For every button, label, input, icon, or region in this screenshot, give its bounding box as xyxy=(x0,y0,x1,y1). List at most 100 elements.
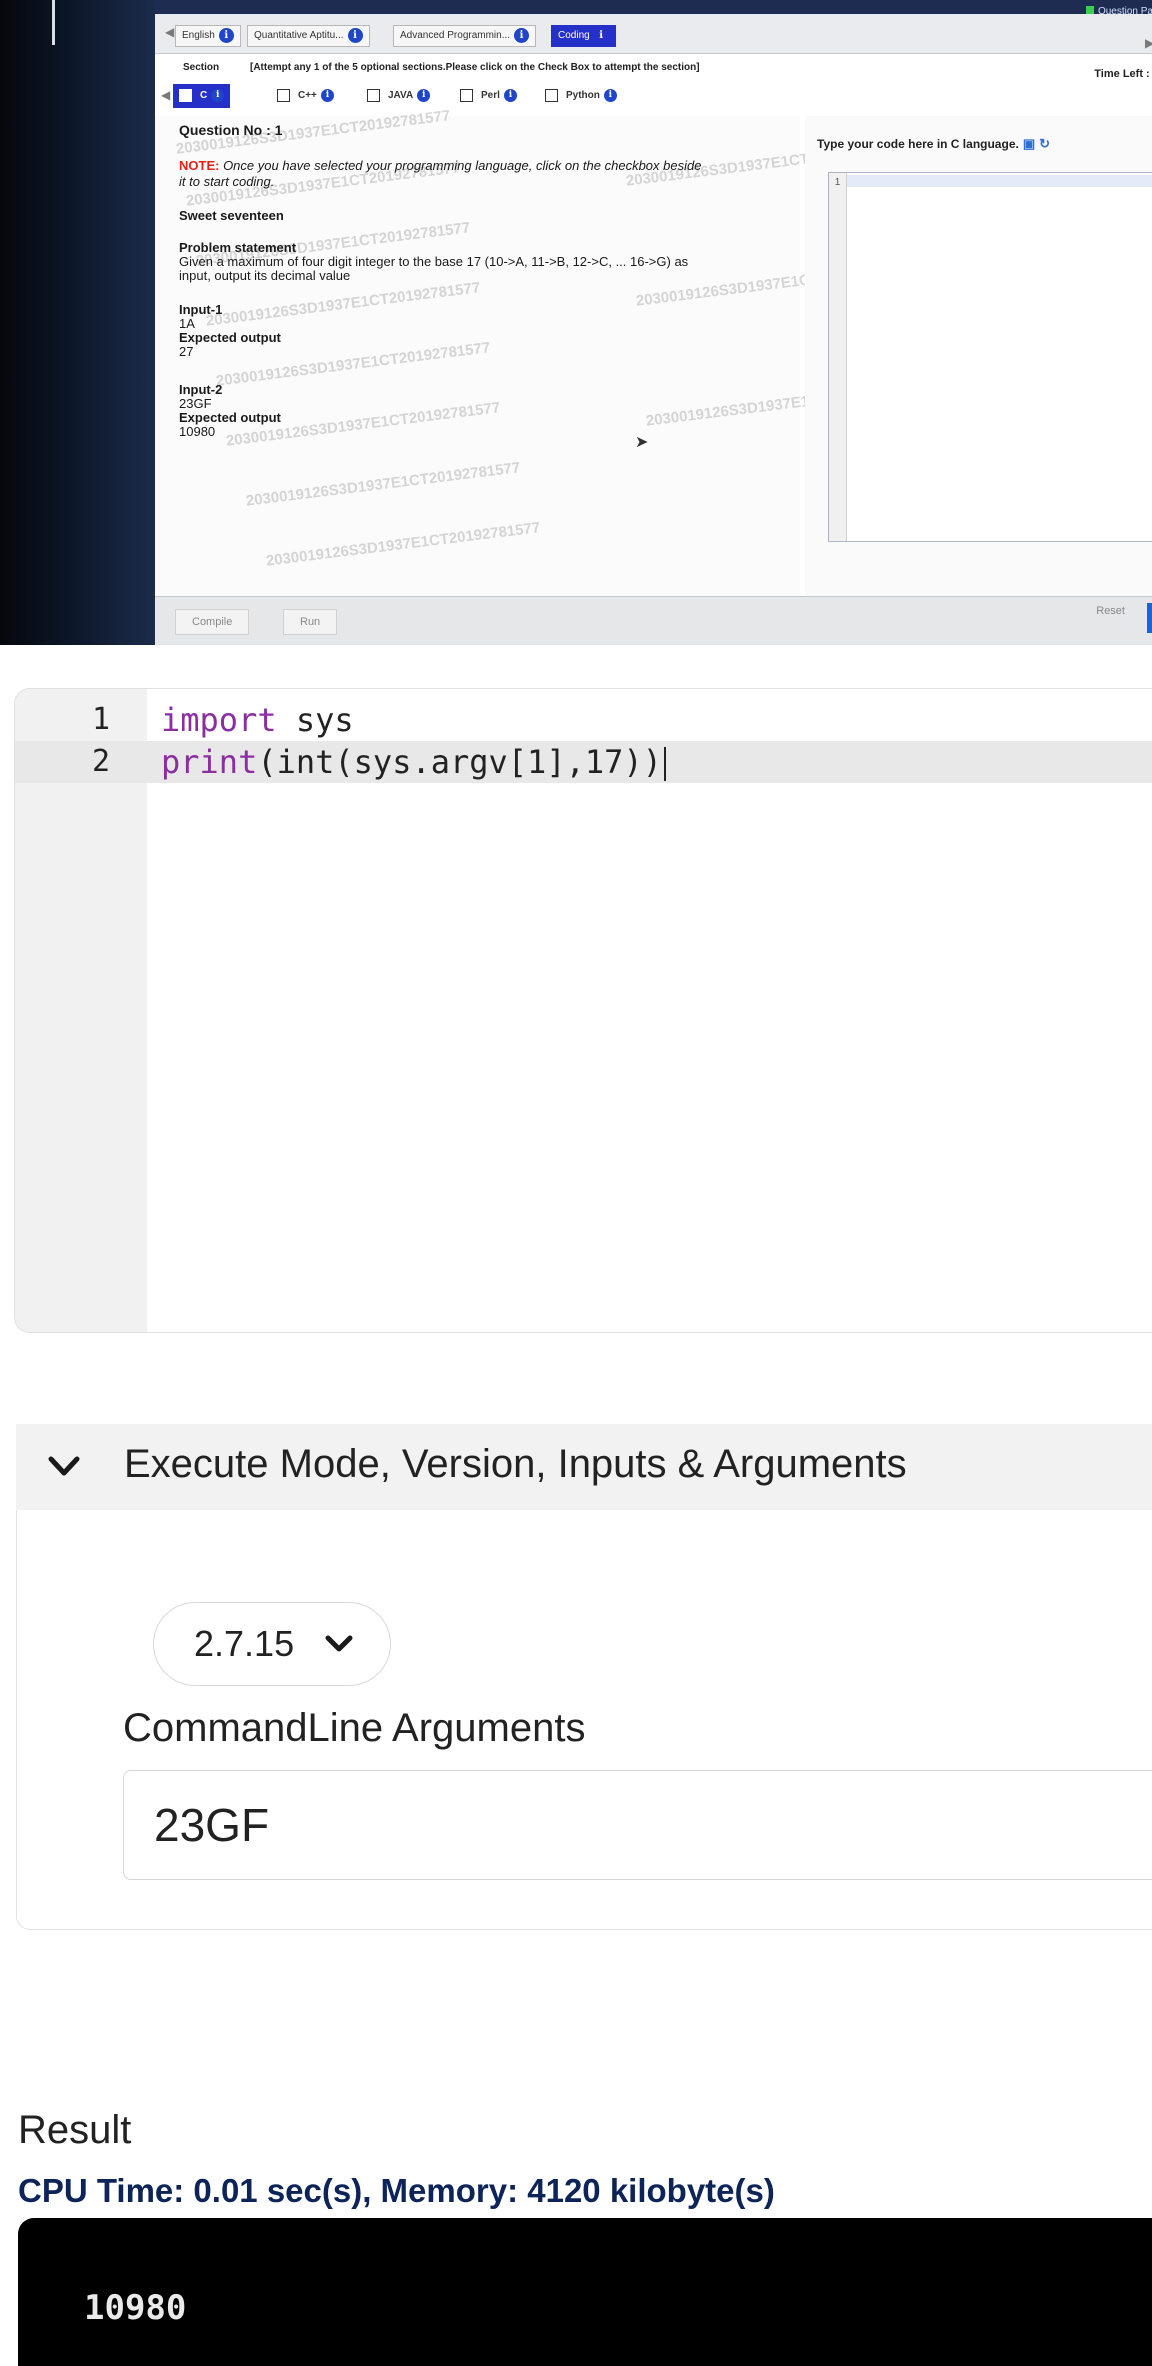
info-icon[interactable]: i xyxy=(514,27,530,43)
section-tabs: ◀ ▶ English i Quantitative Aptitu... i Adv… xyxy=(155,14,1152,54)
section-tab-label: Advanced Programmin... xyxy=(400,30,511,41)
expected2-label: Expected output xyxy=(179,410,281,425)
watermark: 2030019126S3D1937E1CT20192781577 xyxy=(244,459,522,510)
language-option-perl[interactable]: Perl i xyxy=(460,84,517,108)
checkbox[interactable] xyxy=(179,88,192,102)
info-icon[interactable]: i xyxy=(594,28,609,43)
execute-options-title: Execute Mode, Version, Inputs & Argument… xyxy=(124,1442,907,1486)
next-section-arrow-icon[interactable]: ▶ xyxy=(1145,36,1152,50)
code-line[interactable]: 1 import sys xyxy=(15,699,1152,741)
execute-options-header[interactable]: Execute Mode, Version, Inputs & Argument… xyxy=(16,1424,1152,1510)
section-tab-advanced-programming[interactable]: Advanced Programmin... i xyxy=(393,25,537,47)
code-rest: (int(sys.argv[1],17)) xyxy=(257,743,662,781)
info-icon[interactable]: i xyxy=(417,88,431,102)
language-option-cpp[interactable]: C++ i xyxy=(277,84,334,108)
top-strip: Question Pa xyxy=(155,0,1152,17)
language-option-python[interactable]: Python i xyxy=(545,84,617,108)
compile-button[interactable]: Compile xyxy=(175,609,250,635)
code-editor-small[interactable]: 1 xyxy=(828,172,1152,542)
code-line-text: print(int(sys.argv[1],17)) xyxy=(161,741,666,783)
reset-button[interactable]: Reset xyxy=(1096,605,1125,617)
code-keyword: print xyxy=(161,743,258,781)
language-label: C xyxy=(200,90,208,101)
run-button[interactable]: Run xyxy=(283,609,338,635)
execute-options-panel: Execute Mode, Version, Inputs & Argument… xyxy=(16,1424,1152,1930)
line-number: 1 xyxy=(91,702,110,737)
watermark: 2030019126S3D1937E1CT20192781577 xyxy=(214,339,492,390)
result-stats: CPU Time: 0.01 sec(s), Memory: 4120 kilo… xyxy=(18,2172,775,2209)
line-gutter: 1 xyxy=(829,173,847,541)
line-number: 2 xyxy=(91,744,110,779)
prev-section-arrow-icon[interactable]: ◀ xyxy=(165,25,174,39)
info-icon[interactable]: i xyxy=(320,88,334,102)
watermark: 2030019126S3D1937E1CT20192781577 xyxy=(204,279,482,330)
language-option-java[interactable]: JAVA i xyxy=(367,84,431,108)
section-instruction: [Attempt any 1 of the 5 optional section… xyxy=(250,62,700,73)
time-left: Time Left : 34 xyxy=(1094,68,1152,80)
section-tab-label: English xyxy=(182,30,215,41)
section-label: Section xyxy=(183,62,220,73)
note-prefix: NOTE: xyxy=(179,158,220,173)
copy-icon[interactable]: ▣ xyxy=(1023,136,1035,151)
info-icon[interactable]: i xyxy=(218,27,234,43)
refresh-icon[interactable]: ↻ xyxy=(1039,136,1050,151)
result-output: 10980 xyxy=(18,2218,1152,2366)
section-tab-coding[interactable]: Coding i xyxy=(551,25,616,47)
prev-language-arrow-icon[interactable]: ◀ xyxy=(161,88,170,102)
question-number: Question No : 1 xyxy=(179,122,283,138)
problem-text-line2: input, output its decimal value xyxy=(179,268,351,283)
question-note: NOTE: Once you have selected your progra… xyxy=(179,158,701,173)
code-editor[interactable]: 1 import sys 2 print(int(sys.argv[1],17)… xyxy=(14,688,1152,1333)
checkbox[interactable] xyxy=(277,88,290,102)
input2-value: 23GF xyxy=(179,396,212,411)
chevron-down-icon xyxy=(325,1635,353,1652)
language-option-c[interactable]: Ci xyxy=(173,84,231,108)
exam-screen-photo: Question Pa ◀ ▶ English i Quantitative Ap… xyxy=(0,0,1152,645)
checkbox[interactable] xyxy=(545,88,558,102)
input2-label: Input-2 xyxy=(179,382,223,397)
info-icon[interactable]: i xyxy=(347,27,363,43)
exam-screen: Question Pa ◀ ▶ English i Quantitative Ap… xyxy=(155,0,1152,645)
monitor-bezel xyxy=(0,0,155,645)
language-selector: ◀ Ci C++ i JAVA i Perl i Python i xyxy=(155,78,835,116)
code-keyword: import xyxy=(161,701,277,739)
language-label: JAVA xyxy=(388,90,414,101)
code-line-current[interactable]: 2 print(int(sys.argv[1],17)) xyxy=(15,741,1152,783)
commandline-arguments-label: CommandLine Arguments xyxy=(123,1706,586,1750)
bezel-highlight xyxy=(52,0,55,45)
expected2-value: 10980 xyxy=(179,424,216,439)
problem-text-line1: Given a maximum of four digit integer to… xyxy=(179,254,689,269)
input1-value: 1A xyxy=(179,316,195,331)
version-value: 2.7.15 xyxy=(194,1623,295,1664)
version-select[interactable]: 2.7.15 xyxy=(153,1602,391,1686)
line-number-gutter xyxy=(15,689,147,1332)
problem-heading: Problem statement xyxy=(179,240,297,255)
watermark: 2030019126S3D1937E1CT20192781577 xyxy=(264,519,542,570)
code-heading: Type your code here in C language. ▣ ↻ xyxy=(817,136,1050,152)
execute-options-body: 2.7.15 CommandLine Arguments xyxy=(16,1510,1152,1930)
submit-tab[interactable] xyxy=(1147,603,1152,633)
code-rest: sys xyxy=(276,701,354,739)
result-output-text: 10980 xyxy=(84,2288,187,2328)
info-icon[interactable]: i xyxy=(211,88,225,102)
text-caret xyxy=(663,747,666,781)
question-note-line2: it to start coding. xyxy=(179,174,275,189)
question-panel: 2030019126S3D1937E1CT20192781577 2030019… xyxy=(155,107,921,596)
code-line-text: import sys xyxy=(161,699,354,741)
info-icon[interactable]: i xyxy=(603,88,617,102)
code-heading-text: Type your code here in C language. xyxy=(817,137,1019,151)
checkbox[interactable] xyxy=(460,88,473,102)
language-label: C++ xyxy=(298,90,317,101)
checkbox[interactable] xyxy=(367,88,380,102)
expected1-value: 27 xyxy=(179,344,194,359)
language-label: Python xyxy=(566,90,600,101)
commandline-arguments-input[interactable] xyxy=(123,1770,1152,1880)
section-tab-quant[interactable]: Quantitative Aptitu... i xyxy=(247,25,370,47)
chevron-down-icon xyxy=(48,1456,80,1476)
section-tab-english[interactable]: English i xyxy=(175,25,241,47)
question-title: Sweet seventeen xyxy=(179,208,284,223)
input1-label: Input-1 xyxy=(179,302,223,317)
section-tab-label: Coding xyxy=(558,30,590,41)
action-bar: Compile Run Reset xyxy=(155,596,1152,645)
info-icon[interactable]: i xyxy=(503,88,517,102)
